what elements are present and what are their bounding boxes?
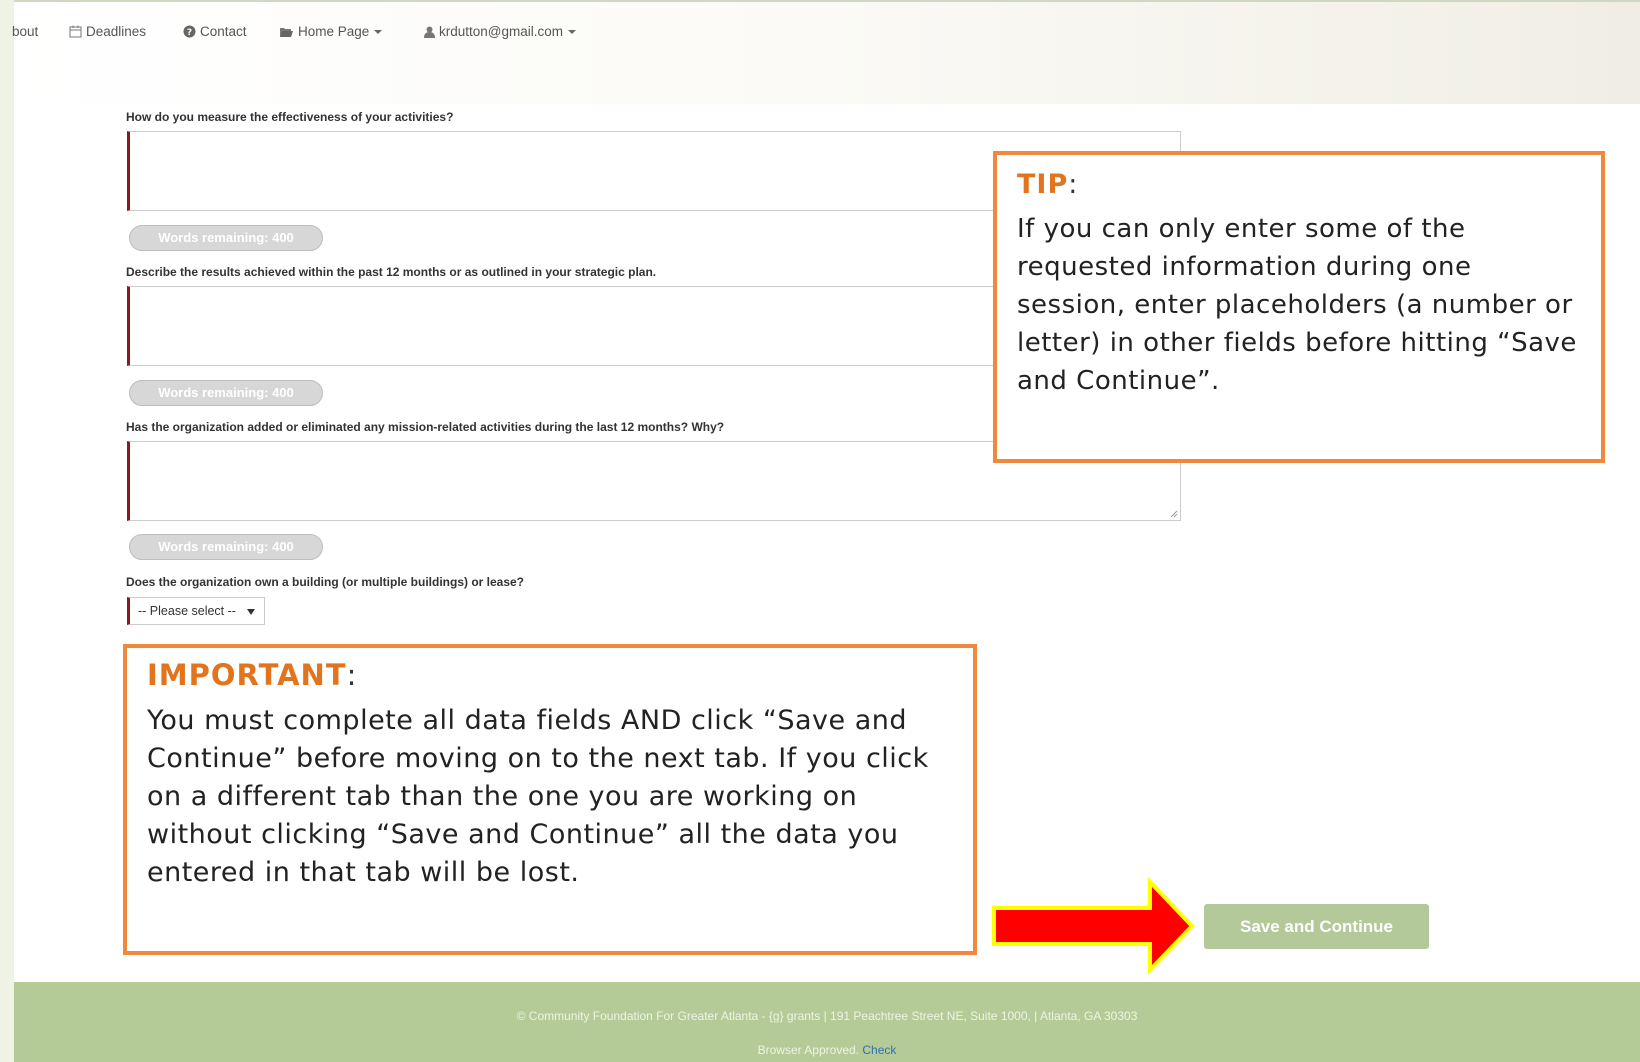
check-link[interactable]: Check — [862, 1043, 896, 1057]
chevron-down-icon — [568, 29, 576, 34]
red-arrow-icon — [992, 878, 1195, 974]
building-select[interactable]: -- Please select -- — [127, 597, 265, 625]
svg-text:?: ? — [187, 28, 192, 38]
question-circle-icon: ? — [183, 25, 196, 38]
tip-title: TIP: — [1017, 169, 1079, 200]
important-title: IMPORTANT: — [147, 658, 358, 692]
resize-handle-icon[interactable] — [1170, 510, 1178, 518]
nav-contact[interactable]: ? Contact — [183, 24, 247, 39]
calendar-icon — [69, 25, 82, 38]
words-remaining-badge: Words remaining: 400 — [129, 380, 323, 406]
words-remaining-badge: Words remaining: 400 — [129, 534, 323, 560]
folder-open-icon — [280, 27, 293, 37]
nav-about[interactable]: bout — [12, 24, 38, 39]
question-label-results: Describe the results achieved within the… — [126, 265, 657, 279]
tip-callout: TIP: If you can only enter some of the r… — [993, 151, 1605, 463]
nav-user-label: krdutton@gmail.com — [439, 24, 563, 39]
footer-address: © Community Foundation For Greater Atlan… — [516, 1009, 1138, 1023]
dropdown-arrow-icon — [247, 609, 255, 615]
save-and-continue-button[interactable]: Save and Continue — [1204, 904, 1429, 949]
top-navbar: bout Deadlines ? Contact Home Page krdut… — [12, 0, 1640, 104]
question-label-activities: Has the organization added or eliminated… — [126, 420, 725, 434]
nav-home-page-label: Home Page — [298, 24, 370, 39]
footer: © Community Foundation For Greater Atlan… — [14, 982, 1640, 1062]
important-callout: IMPORTANT: You must complete all data fi… — [123, 644, 977, 955]
browser-approved-text: Browser Approved. — [757, 1043, 860, 1057]
important-body: You must complete all data fields AND cl… — [147, 705, 929, 888]
words-remaining-badge: Words remaining: 400 — [129, 225, 323, 251]
user-icon — [424, 26, 435, 38]
building-select-value: -- Please select -- — [138, 604, 236, 618]
question-label-building: Does the organization own a building (or… — [126, 575, 525, 589]
nav-about-label: bout — [12, 24, 39, 39]
chevron-down-icon — [374, 29, 383, 34]
question-label-effectiveness: How do you measure the effectiveness of … — [126, 110, 454, 124]
nav-deadlines-label: Deadlines — [86, 24, 147, 39]
footer-browser-note: Browser Approved. Check — [14, 1043, 1640, 1057]
nav-contact-label: Contact — [200, 24, 247, 39]
nav-deadlines[interactable]: Deadlines — [69, 24, 146, 39]
tip-body: If you can only enter some of the reques… — [1017, 214, 1577, 396]
nav-user-menu[interactable]: krdutton@gmail.com — [424, 24, 576, 39]
nav-home-page[interactable]: Home Page — [279, 24, 383, 39]
page: bout Deadlines ? Contact Home Page krdut… — [12, 0, 1640, 1062]
